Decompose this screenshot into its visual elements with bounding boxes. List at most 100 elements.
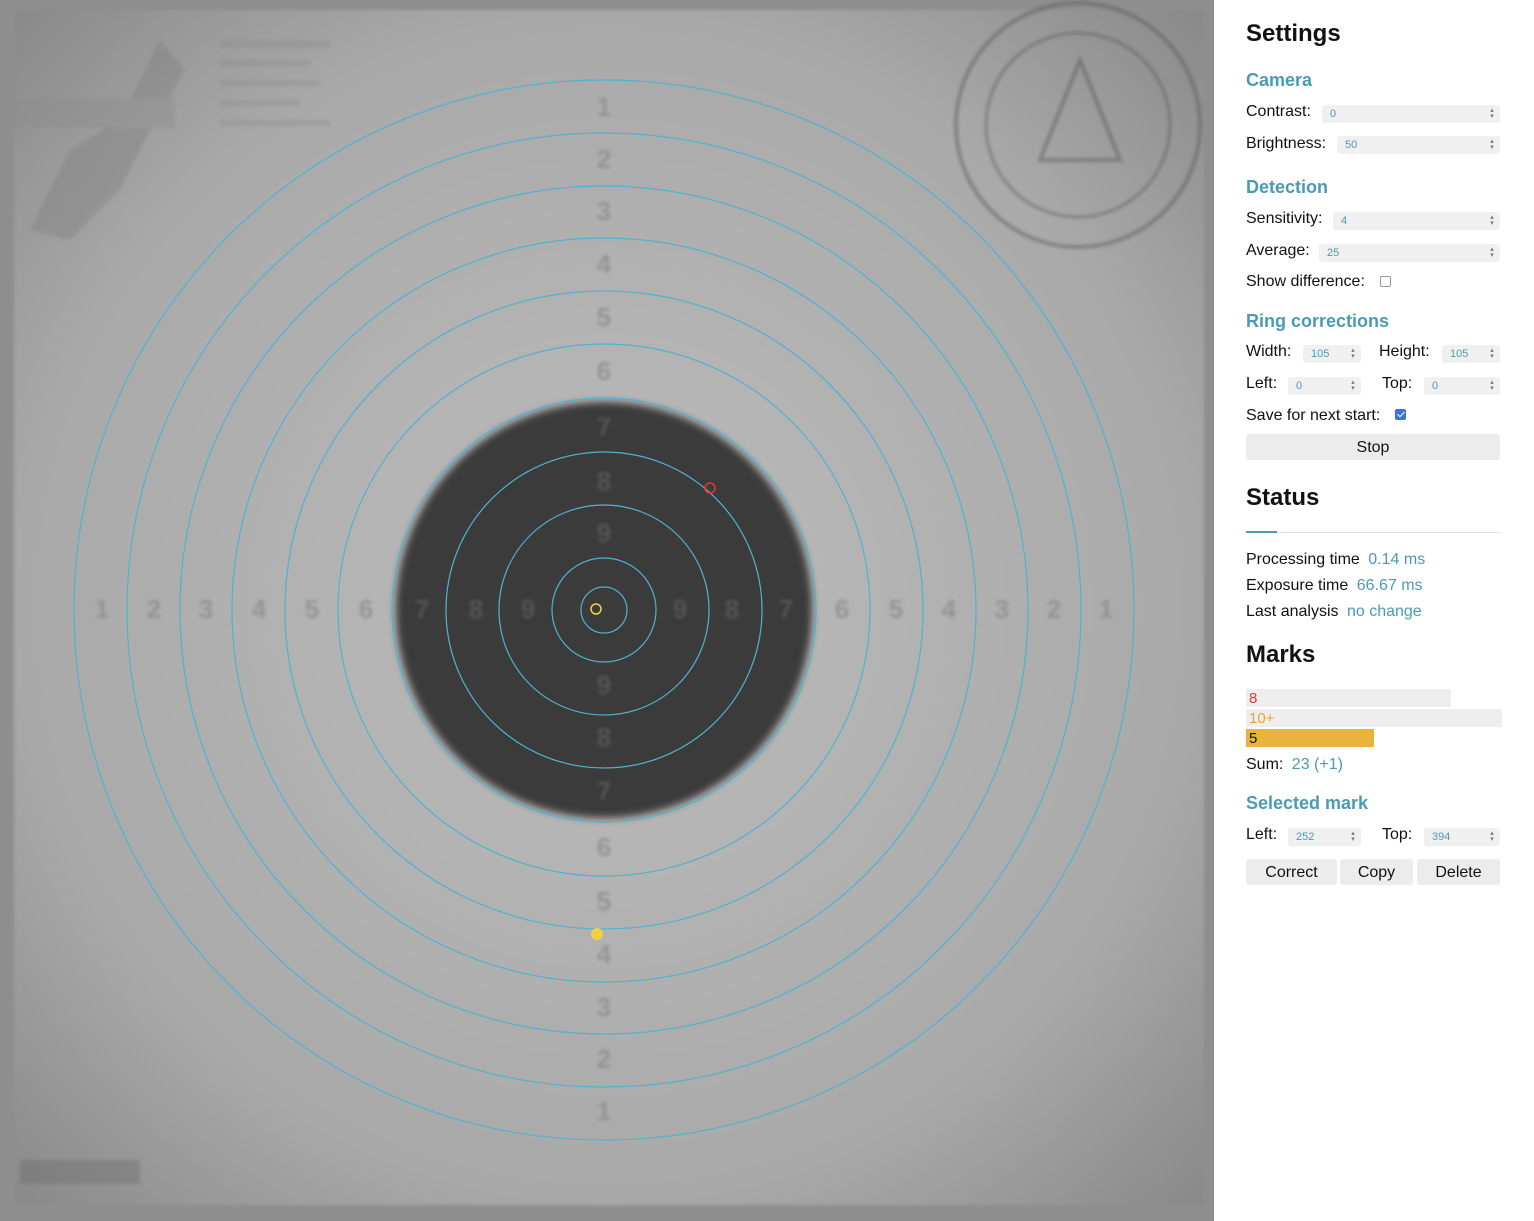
sum-label: Sum: — [1246, 756, 1284, 773]
selected-top-label: Top: — [1382, 826, 1413, 843]
left-value: 0 — [1296, 380, 1303, 392]
selected-top-value: 394 — [1432, 831, 1451, 843]
selected-top-spinner-icon[interactable]: ▴ ▾ — [1489, 830, 1495, 843]
ring-number: 9 — [521, 594, 535, 624]
stop-button[interactable]: Stop — [1246, 434, 1500, 460]
height-spinner-icon[interactable]: ▴ ▾ — [1489, 347, 1495, 360]
ring-number: 2 — [147, 594, 161, 624]
selected-left-value: 252 — [1296, 831, 1315, 843]
sensitivity-spinner-icon[interactable]: ▴ ▾ — [1489, 214, 1495, 227]
sum-value: 23 (+1) — [1291, 756, 1343, 773]
detection-heading: Detection — [1246, 177, 1329, 197]
ring-number: 5 — [305, 594, 319, 624]
processing-time-value: 0.14 ms — [1368, 551, 1426, 568]
save-next-start-label: Save for next start: — [1246, 407, 1381, 424]
contrast-spinner-icon[interactable]: ▴ ▾ — [1489, 107, 1495, 120]
ring-number: 7 — [597, 412, 611, 442]
last-analysis-row: Last analysis no change — [1246, 603, 1422, 621]
exposure-time-value: 66.67 ms — [1356, 577, 1423, 594]
top-value: 0 — [1432, 380, 1439, 392]
ring-number: 2 — [597, 144, 611, 174]
shot-mark-5[interactable] — [591, 928, 603, 940]
camera-view[interactable]: 1 1 1 1 2 2 2 2 3 3 3 3 4 4 4 4 5 5 5 5 6 6 6 6 7 7 7 7 8 8 8 8 9 9 9 9 — [0, 0, 1214, 1221]
ring-number: 5 — [597, 302, 611, 332]
sensitivity-input[interactable]: 4 ▴ ▾ — [1333, 212, 1500, 230]
ring-number: 1 — [597, 1096, 611, 1126]
ring-corrections-heading: Ring corrections — [1246, 311, 1390, 331]
left-input[interactable]: 0 ▴ ▾ — [1288, 377, 1361, 395]
left-label: Left: — [1246, 375, 1278, 392]
selected-left-input[interactable]: 252 ▴ ▾ — [1288, 828, 1361, 846]
width-spinner-icon[interactable]: ▴ ▾ — [1350, 347, 1356, 360]
bottom-logo — [20, 1160, 140, 1184]
ring-number: 4 — [252, 594, 267, 624]
settings-title: Settings — [1246, 20, 1341, 47]
ring-number: 7 — [597, 776, 611, 806]
top-input[interactable]: 0 ▴ ▾ — [1424, 377, 1500, 395]
brightness-spinner-icon[interactable]: ▴ ▾ — [1489, 138, 1495, 151]
exposure-time-row: Exposure time 66.67 ms — [1246, 577, 1423, 595]
selected-left-spinner-icon[interactable]: ▴ ▾ — [1350, 830, 1356, 843]
processing-time-label: Processing time — [1246, 551, 1360, 568]
height-input[interactable]: 105 ▴ ▾ — [1442, 345, 1500, 363]
ring-number: 8 — [469, 594, 483, 624]
ring-number: 3 — [995, 594, 1009, 624]
status-divider — [1246, 532, 1502, 533]
target-image[interactable]: 1 1 1 1 2 2 2 2 3 3 3 3 4 4 4 4 5 5 5 5 6 6 6 6 7 7 7 7 8 8 8 8 9 9 9 9 — [0, 0, 1214, 1221]
ring-number: 7 — [415, 594, 429, 624]
top-spinner-icon[interactable]: ▴ ▾ — [1489, 379, 1495, 392]
ring-number: 5 — [889, 594, 903, 624]
ring-number: 1 — [597, 92, 611, 122]
save-next-start-checkbox[interactable] — [1395, 409, 1406, 420]
ring-number: 9 — [597, 518, 611, 548]
mark-item[interactable]: 10+ — [1246, 709, 1502, 727]
show-difference-label: Show difference: — [1246, 273, 1365, 290]
last-analysis-label: Last analysis — [1246, 603, 1339, 620]
selected-mark-heading: Selected mark — [1246, 793, 1369, 813]
brightness-value: 50 — [1345, 139, 1358, 151]
status-divider-accent — [1246, 531, 1277, 533]
brightness-input[interactable]: 50 ▴ ▾ — [1337, 136, 1500, 154]
ring-number: 1 — [95, 594, 109, 624]
exposure-time-label: Exposure time — [1246, 577, 1349, 594]
bullseye-black — [396, 402, 812, 818]
camera-heading: Camera — [1246, 70, 1313, 90]
width-label: Width: — [1246, 343, 1292, 360]
ring-number: 8 — [597, 722, 611, 752]
ring-number: 5 — [597, 886, 611, 916]
average-input[interactable]: 25 ▴ ▾ — [1319, 244, 1500, 262]
average-spinner-icon[interactable]: ▴ ▾ — [1489, 246, 1495, 259]
ring-number: 2 — [597, 1044, 611, 1074]
ring-number: 6 — [597, 356, 611, 386]
contrast-input[interactable]: 0 ▴ ▾ — [1322, 105, 1500, 123]
ring-number: 8 — [597, 466, 611, 496]
selected-top-input[interactable]: 394 ▴ ▾ — [1424, 828, 1500, 846]
ring-number: 3 — [199, 594, 213, 624]
left-spinner-icon[interactable]: ▴ ▾ — [1350, 379, 1356, 392]
delete-button[interactable]: Delete — [1417, 859, 1500, 885]
processing-time-row: Processing time 0.14 ms — [1246, 551, 1425, 569]
show-difference-checkbox[interactable] — [1380, 276, 1391, 287]
ring-number: 6 — [359, 594, 373, 624]
width-input[interactable]: 105 ▴ ▾ — [1303, 345, 1361, 363]
ring-number: 4 — [597, 249, 612, 279]
ring-number: 3 — [597, 196, 611, 226]
status-title: Status — [1246, 484, 1320, 511]
ring-number: 1 — [1099, 594, 1113, 624]
contrast-label: Contrast: — [1246, 103, 1311, 120]
ring-number: 6 — [835, 594, 849, 624]
copy-button[interactable]: Copy — [1340, 859, 1413, 885]
selected-left-label: Left: — [1246, 826, 1278, 843]
sum-row: Sum: 23 (+1) — [1246, 756, 1343, 774]
ring-number: 9 — [673, 594, 687, 624]
height-label: Height: — [1379, 343, 1430, 360]
mark-item[interactable]: 8 — [1246, 689, 1451, 707]
ring-number: 7 — [779, 594, 793, 624]
ring-number: 4 — [942, 594, 957, 624]
height-value: 105 — [1450, 348, 1469, 360]
ring-number: 4 — [597, 939, 612, 969]
correct-button[interactable]: Correct — [1246, 859, 1337, 885]
mark-item[interactable]: 5 — [1246, 729, 1374, 747]
contrast-value: 0 — [1330, 108, 1337, 120]
top-label: Top: — [1382, 375, 1413, 392]
